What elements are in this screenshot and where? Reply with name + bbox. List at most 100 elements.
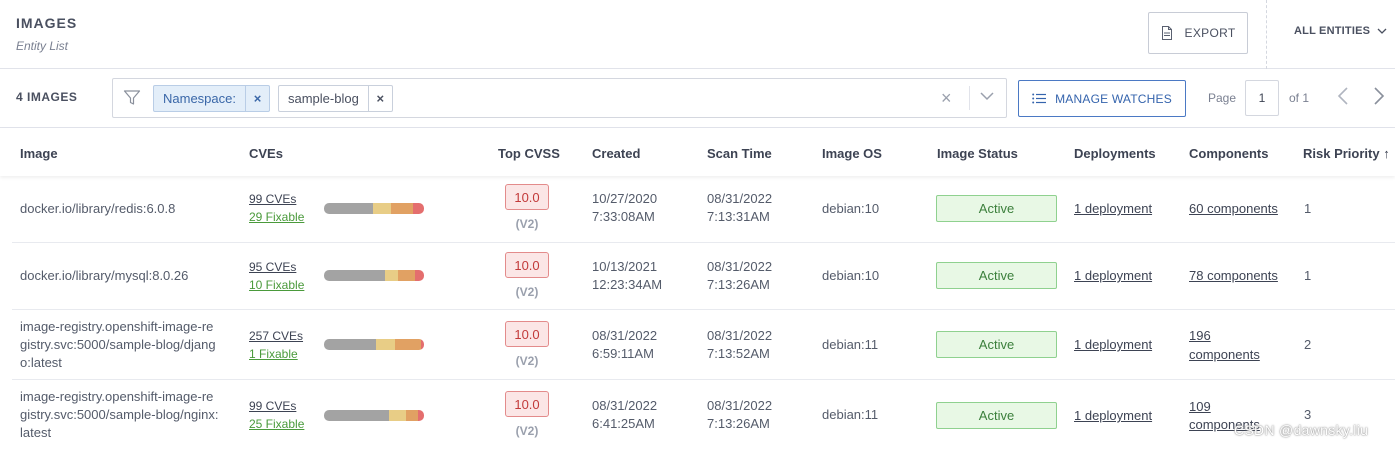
chevron-left-icon[interactable] (1337, 87, 1349, 105)
scan-date: 08/31/2022 (707, 191, 773, 206)
page-subtitle: Entity List (16, 39, 69, 53)
scan-time: 7:13:31AM (707, 209, 770, 224)
column-header-image[interactable]: Image (20, 146, 58, 161)
created-date: 08/31/2022 (592, 328, 658, 343)
fixable-link[interactable]: 10 Fixable (249, 276, 304, 294)
table-row[interactable]: docker.io/library/redis:6.0.8 99 CVEs 29… (12, 176, 1395, 243)
result-count: 4 IMAGES (16, 90, 78, 104)
severity-bar (324, 410, 424, 421)
cves-link[interactable]: 99 CVEs (249, 397, 296, 415)
status-badge: Active (936, 262, 1057, 289)
chip-label: sample-blog (288, 91, 359, 106)
cvss-score-badge: 10.0 (505, 184, 549, 210)
components-link[interactable]: 60 components (1189, 199, 1278, 218)
manage-watches-label: MANAGE WATCHES (1055, 91, 1172, 106)
severity-high-segment (398, 270, 415, 281)
image-name-line: o:latest (20, 355, 62, 370)
cves-link[interactable]: 257 CVEs (249, 327, 303, 345)
status-badge: Active (936, 402, 1057, 429)
image-os: debian:10 (822, 201, 880, 216)
created-time: 6:41:25AM (592, 416, 655, 431)
image-name: docker.io/library/redis:6.0.8 (20, 201, 176, 216)
severity-low-segment (324, 203, 373, 214)
severity-medium-segment (376, 339, 395, 350)
cvss-version: (V2) (515, 217, 539, 231)
severity-bar (324, 270, 424, 281)
search-filter-input[interactable]: Namespace: × sample-blog × × (112, 78, 1007, 118)
components-link-number[interactable]: 109 (1189, 397, 1211, 416)
cves-link[interactable]: 95 CVEs (249, 258, 296, 276)
column-header-top-cvss[interactable]: Top CVSS (498, 146, 560, 161)
deployments-link[interactable]: 1 deployment (1074, 199, 1152, 218)
fixable-link[interactable]: 1 Fixable (249, 345, 298, 363)
severity-bar (324, 203, 424, 214)
deployments-link[interactable]: 1 deployment (1074, 266, 1152, 285)
column-header-scan-time[interactable]: Scan Time (707, 146, 772, 161)
page-number-input[interactable]: 1 (1245, 80, 1279, 116)
filter-chip-namespace: Namespace: × (153, 85, 270, 112)
severity-critical-segment (415, 270, 424, 281)
fixable-link[interactable]: 25 Fixable (249, 415, 304, 433)
created-date: 08/31/2022 (592, 398, 658, 413)
header-divider (1266, 0, 1267, 69)
scan-date: 08/31/2022 (707, 259, 773, 274)
column-header-risk-priority[interactable]: Risk Priority ↑ (1303, 146, 1390, 161)
cvss-version: (V2) (515, 285, 539, 299)
severity-critical-segment (421, 339, 424, 350)
status-badge: Active (936, 331, 1057, 358)
column-header-components[interactable]: Components (1189, 146, 1268, 161)
table-row[interactable]: image-registry.openshift-image-re gistry… (12, 380, 1395, 451)
search-divider (969, 86, 970, 110)
severity-low-segment (324, 270, 385, 281)
risk-priority: 2 (1304, 337, 1312, 352)
cvss-score-badge: 10.0 (505, 321, 549, 347)
chevron-right-icon[interactable] (1373, 87, 1385, 105)
chevron-down-icon[interactable] (979, 91, 995, 101)
watermark: CSDN @dawnsky.liu (1234, 422, 1369, 438)
severity-critical-segment (413, 203, 424, 214)
export-label: EXPORT (1184, 26, 1236, 40)
severity-low-segment (324, 410, 389, 421)
fixable-link[interactable]: 29 Fixable (249, 208, 304, 226)
image-os: debian:10 (822, 268, 880, 283)
column-header-image-os[interactable]: Image OS (822, 146, 882, 161)
column-header-deployments[interactable]: Deployments (1074, 146, 1156, 161)
filter-icon (123, 90, 141, 105)
page-header: IMAGES Entity List EXPORT ALL ENTITIES (0, 0, 1395, 69)
column-header-cves[interactable]: CVEs (249, 146, 283, 161)
page-total-label: of 1 (1289, 91, 1310, 105)
table-header: Image CVEs Top CVSS Created Scan Time Im… (0, 128, 1395, 176)
cvss-version: (V2) (515, 424, 539, 438)
severity-medium-segment (373, 203, 391, 214)
created-date: 10/27/2020 (592, 191, 658, 206)
status-badge: Active (936, 195, 1057, 222)
components-link-number[interactable]: 196 (1189, 326, 1211, 345)
table-row[interactable]: image-registry.openshift-image-re gistry… (12, 310, 1395, 380)
cvss-version: (V2) (515, 354, 539, 368)
created-time: 7:33:08AM (592, 209, 655, 224)
components-link[interactable]: 78 components (1189, 266, 1278, 285)
column-header-created[interactable]: Created (592, 146, 640, 161)
clear-search-icon[interactable]: × (941, 88, 952, 109)
page-label: Page (1208, 91, 1237, 105)
page-title: IMAGES (16, 15, 78, 31)
image-name-line: image-registry.openshift-image-re (20, 319, 214, 334)
components-link-label[interactable]: components (1189, 345, 1260, 364)
cves-link[interactable]: 99 CVEs (249, 190, 296, 208)
chip-remove-icon[interactable]: × (367, 86, 392, 111)
chip-remove-icon[interactable]: × (244, 86, 269, 111)
cvss-score-badge: 10.0 (505, 252, 549, 278)
scan-time: 7:13:26AM (707, 277, 770, 292)
severity-high-segment (406, 410, 418, 421)
deployments-link[interactable]: 1 deployment (1074, 406, 1152, 425)
deployments-link[interactable]: 1 deployment (1074, 335, 1152, 354)
column-header-image-status[interactable]: Image Status (937, 146, 1018, 161)
document-icon (1161, 26, 1172, 40)
severity-critical-segment (418, 410, 424, 421)
export-button[interactable]: EXPORT (1148, 12, 1248, 54)
risk-priority: 1 (1304, 268, 1312, 283)
severity-high-segment (391, 203, 413, 214)
table-row[interactable]: docker.io/library/mysql:8.0.26 95 CVEs 1… (12, 243, 1395, 310)
entities-dropdown[interactable]: ALL ENTITIES (1294, 25, 1387, 37)
manage-watches-button[interactable]: MANAGE WATCHES (1018, 80, 1186, 117)
